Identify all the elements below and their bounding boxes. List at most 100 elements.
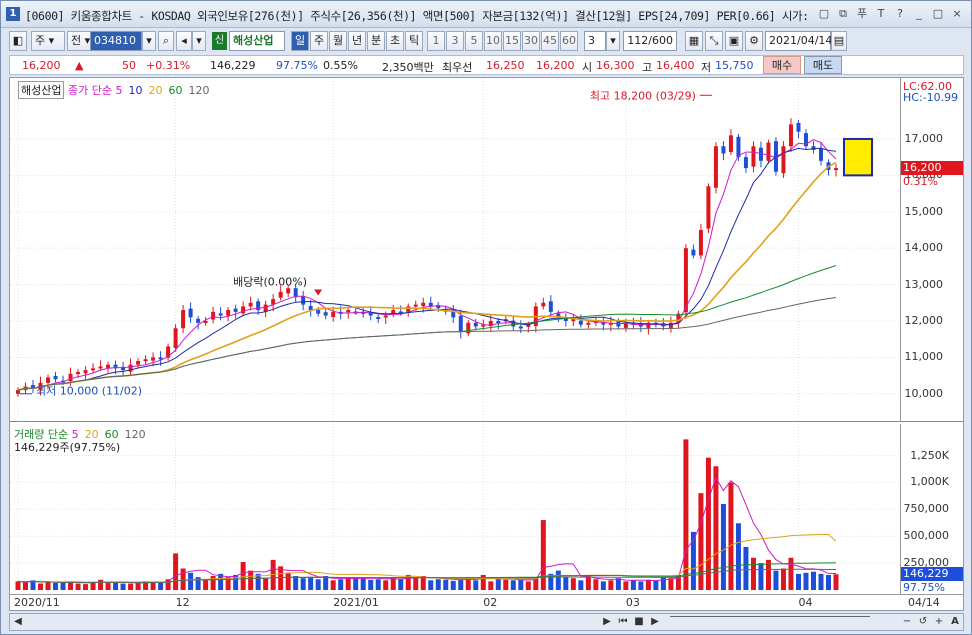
candle-body: [473, 322, 478, 327]
ma-line-20: [17, 161, 837, 391]
candle-body: [151, 357, 156, 361]
period-button-1[interactable]: 주: [310, 31, 328, 51]
period-button-4[interactable]: 분: [367, 31, 385, 51]
copy-icon[interactable]: ⧉: [835, 6, 851, 22]
zoom-in-icon[interactable]: +: [932, 615, 946, 629]
chart-area[interactable]: 최고 18,200 (03/29) 최저 10,000 (11/02) 배당락(0.…: [9, 77, 964, 611]
period-button-2[interactable]: 월: [329, 31, 347, 51]
volume-bar: [638, 581, 644, 590]
trend-tool-icon[interactable]: ⤡: [705, 31, 723, 51]
title-icon-group: ▢ ⧉ 푸 T? _ □ ×: [816, 6, 965, 22]
stock-name-field[interactable]: 해성산업: [229, 31, 285, 51]
interval-input[interactable]: 3: [584, 31, 606, 51]
gear-icon[interactable]: ⚙: [745, 31, 763, 51]
candle-body: [683, 248, 688, 313]
price-tick-label: 14,000: [904, 241, 944, 255]
period-button-5[interactable]: 초: [386, 31, 404, 51]
date-label: 2021/01: [333, 596, 379, 609]
volume-bar: [420, 576, 426, 590]
reset-zoom-icon[interactable]: ↺: [916, 615, 930, 629]
minute-button-10[interactable]: 10: [484, 31, 502, 51]
ma-line-120: [17, 297, 837, 391]
minute-button-1[interactable]: 1: [427, 31, 445, 51]
next-stock-icon[interactable]: ▾: [192, 31, 206, 51]
data-count-field[interactable]: 112/600: [623, 31, 677, 51]
scroll-left-icon[interactable]: ◀: [11, 615, 25, 629]
volume-bar: [510, 580, 516, 590]
volume-bar: [780, 568, 786, 590]
volume-bar: [825, 574, 831, 590]
minute-button-45[interactable]: 45: [541, 31, 559, 51]
volume-ratio: 97.75%: [276, 59, 318, 72]
volume-tick-label: 1,250K: [910, 448, 949, 462]
play-icon[interactable]: ▶: [648, 615, 662, 629]
volume-bar: [488, 581, 494, 590]
volume-bar: [23, 582, 29, 590]
save-icon[interactable]: ▣: [725, 31, 743, 51]
buy-button[interactable]: 매수: [763, 56, 801, 74]
help-icon[interactable]: ?: [892, 6, 908, 22]
volume-tick-label: 1,000K: [910, 475, 949, 489]
window-icon[interactable]: ▢: [816, 6, 832, 22]
projection-box: [843, 137, 873, 177]
text-icon[interactable]: T: [873, 6, 889, 22]
volume-bar: [98, 579, 104, 590]
change-arrow: ▲: [75, 59, 84, 72]
volume-bar: [683, 439, 689, 590]
date-input[interactable]: 2021/04/14: [765, 31, 832, 51]
current-price: 16,200: [22, 59, 61, 72]
grid-settings-icon[interactable]: ▦: [685, 31, 703, 51]
change-percent: +0.31%: [146, 59, 191, 72]
volume-bar: [750, 557, 756, 590]
period-button-3[interactable]: 년: [348, 31, 366, 51]
restore-icon[interactable]: □: [930, 6, 946, 22]
code-dropdown-icon[interactable]: ▾: [142, 31, 156, 51]
volume-axis[interactable]: 1,250K 1,000K 750,000 500,000 250,000 146,229…: [900, 424, 963, 594]
pin-icon[interactable]: 푸: [854, 6, 870, 22]
volume-bar: [120, 583, 126, 590]
volume-bar: [345, 577, 351, 590]
volume-bar: [150, 581, 156, 590]
price-tick-label: 13,000: [904, 277, 944, 291]
title-bar[interactable]: 1 [0600] 키움종합차트 - KOSDAQ 외국인보유[276(천)] 주…: [1, 1, 971, 28]
close-icon[interactable]: ×: [949, 6, 965, 22]
scroll-right-icon[interactable]: ▶: [600, 615, 614, 629]
minimize-icon[interactable]: _: [911, 6, 927, 22]
sell-button[interactable]: 매도: [804, 56, 842, 74]
minute-button-5[interactable]: 5: [465, 31, 483, 51]
search-icon[interactable]: ⌕: [158, 31, 174, 51]
chart-menu-icon[interactable]: ◧: [9, 31, 27, 51]
minute-button-15[interactable]: 15: [503, 31, 521, 51]
minute-button-30[interactable]: 30: [522, 31, 540, 51]
candle-body: [383, 315, 388, 318]
chart-scrollbar[interactable]: ◀ ▶ ⏮ ■ ▶ − ↺ + A: [9, 613, 964, 631]
price-chart[interactable]: 최고 18,200 (03/29) 최저 10,000 (11/02) 배당락(0.…: [10, 78, 900, 422]
last-volume-tag: 146,229: [901, 567, 963, 582]
period-button-6[interactable]: 틱: [405, 31, 423, 51]
volume-bar: [128, 583, 134, 590]
zoom-out-icon[interactable]: −: [900, 615, 914, 629]
volume-ma-line-20: [17, 534, 837, 583]
interval-dropdown-icon[interactable]: ▾: [606, 31, 620, 51]
period-type-select[interactable]: 주 ▾: [31, 31, 65, 51]
first-page-icon[interactable]: ⏮: [616, 615, 630, 629]
high-price: 16,400: [656, 59, 695, 72]
minute-button-60[interactable]: 60: [560, 31, 578, 51]
volume-bar: [503, 579, 509, 590]
price-ma-legend: 5 10 20 60 120: [115, 84, 215, 97]
stop-icon[interactable]: ■: [632, 615, 646, 629]
candle-body: [136, 361, 141, 365]
sound-icon[interactable]: ◂: [176, 31, 192, 51]
auto-scale-icon[interactable]: A: [948, 615, 962, 629]
volume-bar: [398, 579, 404, 590]
volume-value: 146,229: [210, 59, 256, 72]
calendar-icon[interactable]: ▤: [831, 31, 847, 51]
volume-bar: [818, 573, 824, 590]
price-axis[interactable]: 17,00016,00015,00014,00013,00012,00011,0…: [900, 78, 963, 422]
period-button-0[interactable]: 일: [291, 31, 309, 51]
minute-button-3[interactable]: 3: [446, 31, 464, 51]
zoom-slider[interactable]: [670, 616, 870, 628]
volume-bar: [263, 578, 269, 590]
candle-body: [346, 310, 351, 313]
stock-code-input[interactable]: 034810: [90, 31, 142, 51]
